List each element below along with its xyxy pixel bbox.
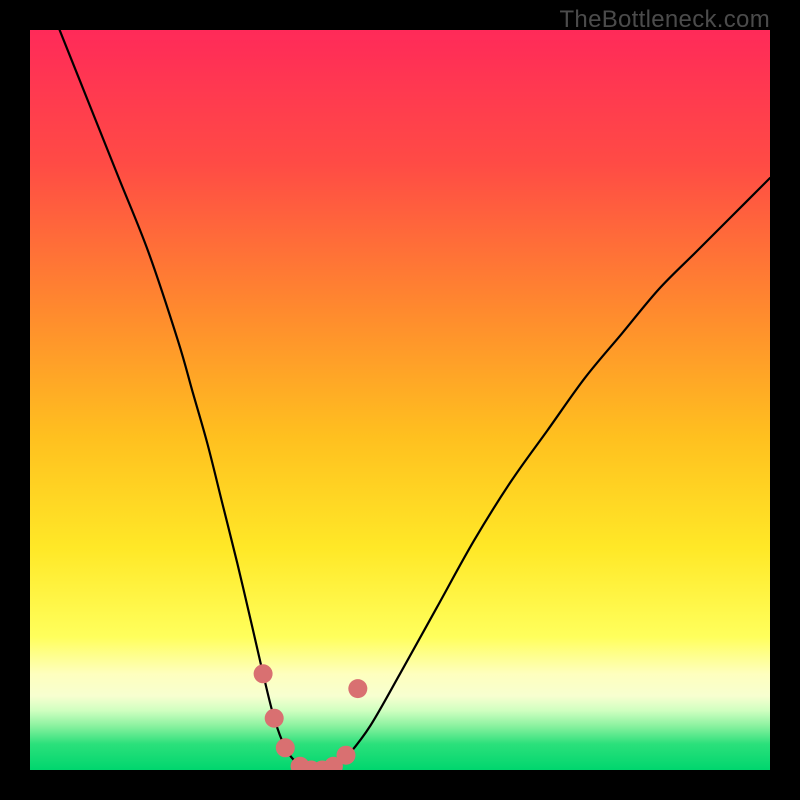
curve-right-curve (333, 178, 770, 770)
data-point (265, 709, 284, 728)
plot-area (30, 30, 770, 770)
chart-frame: TheBottleneck.com (0, 0, 800, 800)
data-point (348, 679, 367, 698)
watermark-text: TheBottleneck.com (559, 6, 770, 34)
data-point (276, 738, 295, 757)
data-point (254, 664, 273, 683)
data-point (336, 746, 355, 765)
curve-left-curve (60, 30, 308, 770)
chart-lines (30, 30, 770, 770)
